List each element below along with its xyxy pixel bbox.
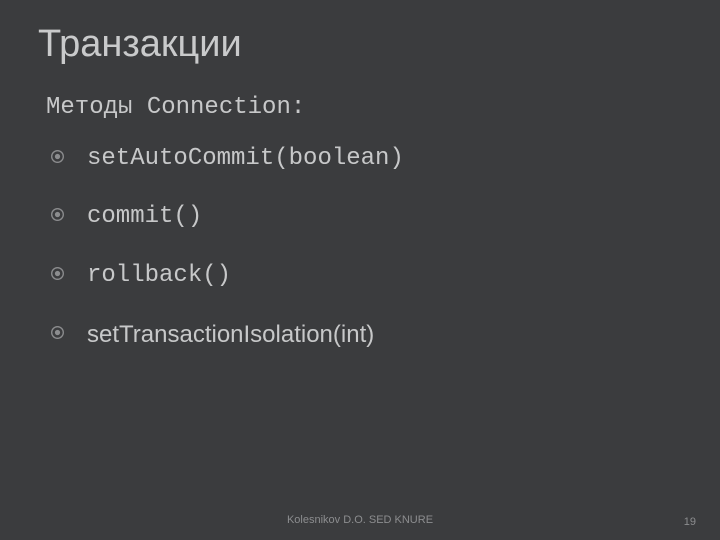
bullet-text: setTransactionIsolation(int) — [87, 321, 374, 350]
list-item: setAutoCommit(boolean) — [38, 145, 680, 174]
bullet-text: rollback() — [87, 262, 231, 291]
bullet-text: commit() — [87, 203, 202, 232]
slide-title: Транзакции — [38, 24, 680, 66]
bullet-icon — [50, 207, 65, 222]
slide: Транзакции Методы Connection: setAutoCom… — [0, 0, 720, 540]
slide-subtitle: Методы Connection: — [46, 94, 680, 123]
bullet-text: setAutoCommit(boolean) — [87, 145, 404, 174]
list-item: setTransactionIsolation(int) — [38, 321, 680, 350]
page-number: 19 — [684, 516, 696, 528]
bullet-icon — [50, 149, 65, 164]
bullet-icon — [50, 325, 65, 340]
footer-author: Kolesnikov D.O. SED KNURE — [0, 514, 720, 526]
list-item: rollback() — [38, 262, 680, 291]
bullet-list: setAutoCommit(boolean) commit() rollback… — [38, 145, 680, 350]
bullet-icon — [50, 266, 65, 281]
list-item: commit() — [38, 203, 680, 232]
